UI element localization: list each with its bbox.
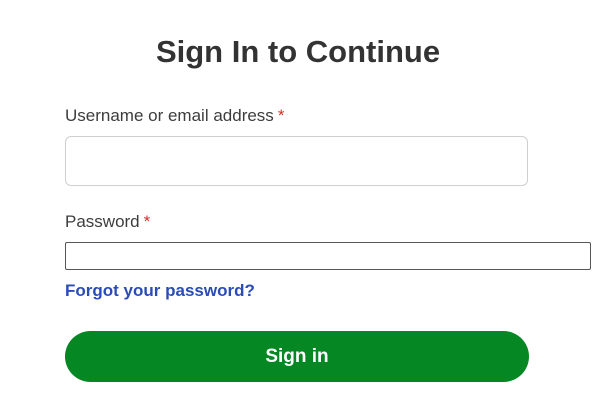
page-title: Sign In to Continue [155,34,441,69]
password-label-text: Password [65,212,140,231]
password-label: Password * [65,211,150,233]
username-label: Username or email address * [65,105,284,127]
forgot-password-link[interactable]: Forgot your password? [65,280,255,302]
username-label-text: Username or email address [65,106,274,125]
username-input[interactable] [65,136,528,186]
password-input[interactable] [65,242,591,270]
required-marker: * [277,106,285,125]
required-marker: * [143,212,151,231]
sign-in-button[interactable]: Sign in [65,331,529,382]
